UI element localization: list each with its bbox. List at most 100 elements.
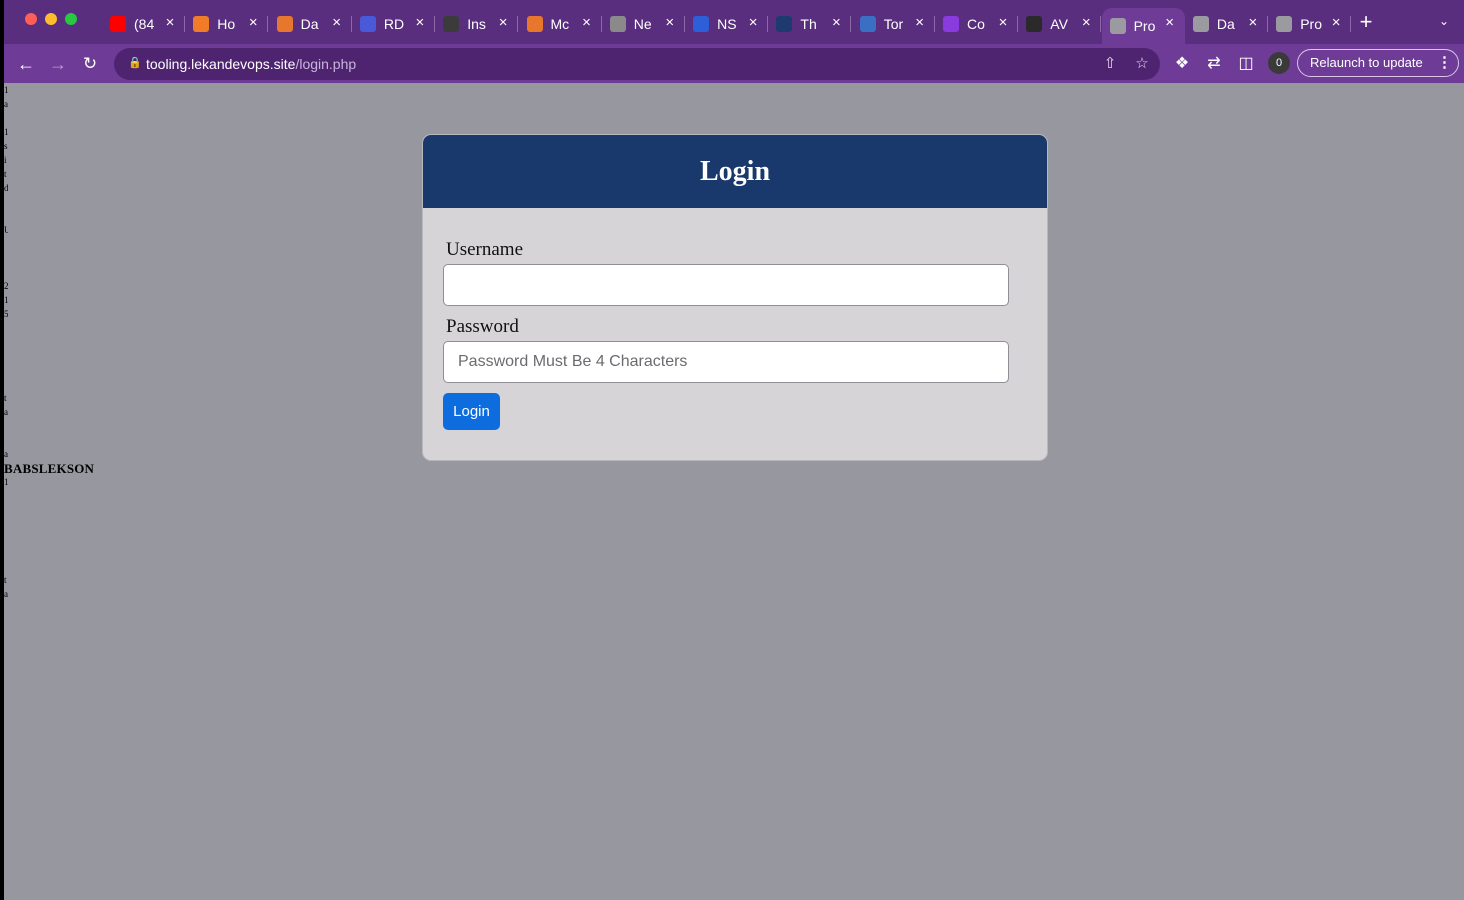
globe-icon — [1192, 16, 1209, 32]
browser-tab[interactable]: Ne × — [602, 8, 685, 40]
extension-badge[interactable]: 0 — [1268, 52, 1290, 74]
username-input[interactable] — [443, 264, 1009, 306]
clipped-char: 1 — [4, 295, 8, 305]
clipped-char: 1 — [4, 85, 8, 95]
clipped-char — [4, 433, 8, 447]
close-window-button[interactable] — [25, 13, 37, 25]
browser-tab[interactable]: NS × — [685, 8, 769, 40]
tab-close-icon[interactable]: × — [1246, 15, 1260, 30]
clipped-char: i — [4, 155, 7, 165]
lock-icon[interactable]: 🔒 — [128, 57, 142, 69]
clipped-char: 5 — [4, 309, 8, 319]
browser-tab[interactable]: Ins × — [435, 8, 519, 40]
more-menu-icon[interactable]: ⋮ — [1437, 50, 1452, 76]
browser-tab[interactable]: (84 × — [102, 8, 185, 40]
maximize-window-button[interactable] — [65, 13, 77, 25]
bracket-icon — [1026, 16, 1043, 32]
tab-title: Ne — [633, 16, 652, 32]
clipped-char: t — [4, 575, 7, 585]
clipped-char: U — [4, 225, 8, 235]
minimize-window-button[interactable] — [45, 13, 57, 25]
tab-title: Mc — [550, 16, 570, 32]
tab-close-icon[interactable]: × — [1329, 15, 1343, 30]
browser-window: (84 × Ho × Da × RD × Ins × Mc × Ne × NS × Th × Tor × Co × AV × P… — [4, 0, 1464, 900]
browser-tab[interactable]: Mc × — [519, 8, 602, 40]
back-arrow-icon[interactable]: ← — [14, 52, 38, 76]
tab-strip: (84 × Ho × Da × RD × Ins × Mc × Ne × NS × Th × Tor × Co × AV × P… — [4, 0, 1464, 44]
new-tab-button[interactable]: + — [1356, 11, 1376, 33]
forward-arrow-icon[interactable]: → — [46, 52, 70, 76]
browser-tab[interactable]: Pro × — [1101, 8, 1185, 44]
browser-tab[interactable]: Th × — [768, 8, 852, 40]
tab-title: Th — [800, 16, 817, 32]
clipped-char: t — [4, 393, 7, 403]
tab-close-icon[interactable]: × — [663, 15, 677, 30]
tab-title: Co — [967, 16, 985, 32]
clipped-char: a — [4, 589, 8, 599]
tab-close-icon[interactable]: × — [413, 15, 427, 30]
address-bar[interactable]: 🔒 tooling.lekandevops.site/login.php ⇧ ☆ — [114, 48, 1160, 80]
clipped-char: d — [4, 183, 8, 193]
login-button[interactable]: Login — [443, 393, 500, 430]
clipped-char: s — [4, 141, 8, 151]
sync-extension-icon[interactable]: ⇄ — [1202, 52, 1226, 76]
clipped-char: a — [4, 99, 8, 109]
browser-tab[interactable]: Da × — [269, 8, 352, 40]
tab-title: Pro — [1300, 16, 1322, 32]
browser-tab[interactable]: Pro × — [1268, 8, 1352, 40]
tab-close-icon[interactable]: × — [246, 15, 260, 30]
youtube-icon — [110, 16, 126, 32]
browser-tab[interactable]: AV × — [1018, 8, 1102, 40]
tab-title: Tor — [883, 16, 904, 32]
tab-separator — [1350, 16, 1352, 32]
clipped-char — [4, 517, 8, 531]
tab-title: NS — [717, 16, 737, 32]
bird-logo-icon — [776, 16, 793, 32]
tab-title: Da — [1216, 16, 1235, 32]
tab-close-icon[interactable]: × — [580, 15, 594, 30]
tab-search-chevron-icon[interactable]: ⌄ — [1436, 14, 1452, 30]
tab-close-icon[interactable]: × — [496, 15, 510, 30]
browser-tab[interactable]: Tor × — [852, 8, 935, 40]
tab-close-icon[interactable]: × — [996, 15, 1010, 30]
clipped-char — [4, 111, 8, 125]
share-icon[interactable]: ⇧ — [1100, 54, 1120, 74]
chrome-icon — [609, 16, 626, 32]
clipped-char: 1 — [4, 127, 8, 137]
clipped-char: t — [4, 169, 7, 179]
browser-tab[interactable]: RD × — [352, 8, 435, 40]
browser-tab[interactable]: Co × — [935, 8, 1018, 40]
tab-close-icon[interactable]: × — [1079, 15, 1093, 30]
clipped-char — [4, 503, 8, 517]
clipped-char — [4, 363, 8, 377]
tab-close-icon[interactable]: × — [163, 15, 177, 30]
address-url[interactable]: tooling.lekandevops.site/login.php — [146, 56, 356, 72]
browser-tab[interactable]: Da × — [1185, 8, 1268, 40]
browser-tab[interactable]: Ho × — [185, 8, 269, 40]
clipped-char — [4, 559, 8, 573]
tab-close-icon[interactable]: × — [913, 15, 927, 30]
side-panel-icon[interactable]: ◫ — [1234, 52, 1258, 76]
login-title: Login — [699, 155, 771, 187]
clipped-char — [4, 419, 8, 433]
clipped-side-text: 1a 1sitd U 215 ta a 1 ta — [4, 83, 8, 900]
relaunch-button[interactable]: Relaunch to update ⋮ — [1297, 49, 1459, 77]
clipped-char — [4, 349, 8, 363]
tab-title: Pro — [1133, 18, 1156, 34]
clipped-char: a — [4, 407, 8, 417]
reload-icon[interactable]: ↻ — [78, 52, 102, 76]
tab-close-icon[interactable]: × — [746, 15, 760, 30]
tab-title: Ins — [467, 16, 486, 32]
bookmark-star-icon[interactable]: ☆ — [1132, 54, 1152, 74]
tab-close-icon[interactable]: × — [1163, 15, 1177, 30]
cube-icon — [193, 16, 210, 32]
clipped-char — [4, 531, 8, 545]
password-input[interactable] — [443, 341, 1009, 383]
extensions-puzzle-icon[interactable]: ❖ — [1170, 52, 1194, 76]
browser-toolbar: ← → ↻ 🔒 tooling.lekandevops.site/login.p… — [4, 44, 1464, 83]
clipped-char — [4, 251, 8, 265]
tab-title: Da — [300, 16, 319, 32]
tab-title: AV — [1050, 16, 1068, 32]
tab-close-icon[interactable]: × — [829, 15, 843, 30]
tab-close-icon[interactable]: × — [330, 15, 344, 30]
